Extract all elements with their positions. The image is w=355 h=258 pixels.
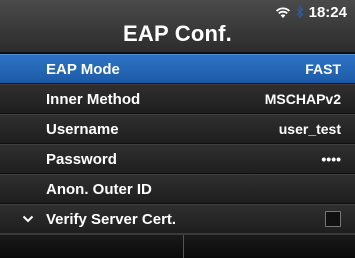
soft-key-right[interactable] (184, 235, 355, 258)
settings-list: EAP Mode FAST Inner Method MSCHAPv2 User… (0, 54, 355, 234)
menu-item-label: Password (46, 150, 117, 168)
menu-item-value: MSCHAPv2 (264, 91, 341, 107)
verify-server-cert-checkbox[interactable] (325, 211, 341, 227)
status-bar: 18:24 (275, 3, 347, 21)
menu-item-eap-mode[interactable]: EAP Mode FAST (0, 54, 355, 83)
menu-item-inner-method[interactable]: Inner Method MSCHAPv2 (0, 84, 355, 113)
menu-item-label: EAP Mode (46, 60, 120, 78)
header-bar: 18:24 EAP Conf. (0, 0, 355, 52)
chevron-down-icon (22, 215, 34, 223)
menu-item-label: Inner Method (46, 90, 141, 108)
menu-item-verify-server-cert[interactable]: Verify Server Cert. (0, 204, 355, 233)
menu-item-value: FAST (305, 61, 341, 77)
menu-item-anon-outer-id[interactable]: Anon. Outer ID (0, 174, 355, 203)
wifi-icon (275, 6, 291, 19)
menu-item-username[interactable]: Username user_test (0, 114, 355, 143)
menu-item-label: Verify Server Cert. (46, 210, 177, 228)
menu-item-label: Username (46, 120, 119, 138)
status-time: 18:24 (308, 3, 347, 21)
page-title: EAP Conf. (123, 21, 232, 46)
menu-item-value: •••• (321, 151, 341, 167)
soft-key-bar (0, 233, 355, 258)
soft-key-left[interactable] (0, 235, 183, 258)
menu-item-label: Anon. Outer ID (46, 180, 152, 198)
menu-item-password[interactable]: Password •••• (0, 144, 355, 173)
bluetooth-icon (296, 5, 304, 19)
menu-item-value: user_test (278, 121, 341, 137)
